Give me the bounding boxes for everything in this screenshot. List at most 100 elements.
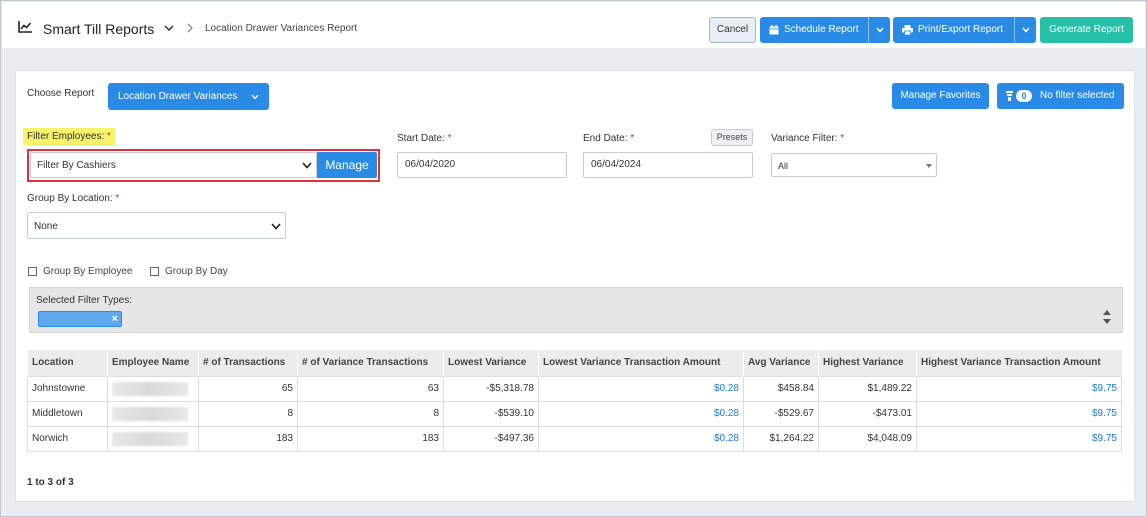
top-bar: Smart Till Reports Location Drawer Varia…: [2, 2, 1145, 48]
group-by-location-text: Group By Location:: [27, 193, 113, 204]
group-by-location-label: Group By Location: *: [27, 193, 119, 204]
group-by-location-select[interactable]: None: [27, 212, 286, 239]
column-header[interactable]: Location: [27, 350, 108, 376]
calendar-icon: [769, 25, 779, 35]
group-by-employee-label[interactable]: Group By Employee: [43, 266, 133, 277]
column-header[interactable]: Avg Variance: [743, 350, 819, 376]
start-date-label: Start Date: *: [397, 133, 452, 144]
manage-button[interactable]: Manage: [317, 152, 377, 178]
variance-transactions-cell: 63: [297, 375, 444, 402]
filter-employees-label: Filter Employees: *: [23, 128, 115, 145]
redacted-name: [112, 431, 188, 446]
column-header[interactable]: Employee Name: [107, 350, 199, 376]
table-row: Middletown 8 8 -$539.10 $0.28 -$529.67 -…: [27, 400, 1122, 427]
lowest-variance-cell: -$497.36: [443, 425, 539, 452]
group-by-employee-checkbox[interactable]: [28, 267, 37, 276]
variance-filter-select[interactable]: All: [771, 153, 937, 177]
print-export-button[interactable]: Print/Export Report: [893, 17, 1036, 43]
chevron-down-icon: [1022, 27, 1030, 33]
generate-report-button[interactable]: Generate Report: [1040, 17, 1133, 43]
selected-filter-types-label: Selected Filter Types:: [36, 295, 132, 306]
manage-favorites-label: Manage Favorites: [900, 90, 981, 101]
end-date-label: End Date: *: [583, 133, 634, 144]
employee-name-cell: [107, 425, 199, 452]
manage-label: Manage: [325, 158, 369, 172]
group-by-day-label[interactable]: Group By Day: [165, 266, 228, 277]
column-header[interactable]: # of Variance Transactions: [297, 350, 444, 376]
redacted-name: [112, 406, 188, 421]
chevron-down-icon: [251, 94, 259, 100]
filter-status-text: No filter selected: [1040, 90, 1115, 101]
table-header-row: Location Employee Name # of Transactions…: [27, 350, 1122, 376]
chevron-right-icon: [187, 23, 193, 33]
app-frame: Smart Till Reports Location Drawer Varia…: [0, 0, 1147, 517]
lowest-amount-link[interactable]: $0.28: [538, 375, 744, 402]
filter-status-button[interactable]: 0 No filter selected: [997, 83, 1124, 109]
start-date-input[interactable]: 06/04/2020: [397, 152, 567, 178]
avg-variance-cell: $458.84: [743, 375, 819, 402]
end-date-input[interactable]: 06/04/2024: [583, 152, 753, 178]
lowest-amount-link[interactable]: $0.28: [538, 400, 744, 427]
table-row: Johnstowne 65 63 -$5,318.78 $0.28 $458.8…: [27, 375, 1122, 402]
selected-filter-types[interactable]: Selected Filter Types: ×: [29, 287, 1123, 333]
cancel-label: Cancel: [716, 24, 749, 35]
chevron-down-icon[interactable]: [164, 23, 174, 33]
cancel-button[interactable]: Cancel: [709, 17, 756, 43]
presets-button[interactable]: Presets: [711, 129, 753, 146]
transactions-cell: 183: [198, 425, 298, 452]
close-icon[interactable]: ×: [112, 313, 118, 326]
variance-filter-label: Variance Filter: *: [771, 133, 844, 144]
variance-filter-value: All: [778, 161, 789, 171]
table-row: Norwich 183 183 -$497.36 $0.28 $1,264.22…: [27, 425, 1122, 452]
filter-count-badge: 0: [1016, 90, 1032, 102]
transactions-cell: 8: [198, 400, 298, 427]
choose-report-dropdown[interactable]: Location Drawer Variances: [108, 83, 269, 110]
filter-icon: [1006, 91, 1013, 101]
breadcrumb: Location Drawer Variances Report: [205, 23, 358, 34]
lowest-amount-link[interactable]: $0.28: [538, 425, 744, 452]
avg-variance-cell: $1,264.22: [743, 425, 819, 452]
pagination-status: 1 to 3 of 3: [27, 477, 74, 488]
column-header[interactable]: Highest Variance Transaction Amount: [916, 350, 1122, 376]
start-date-value: 06/04/2020: [405, 159, 456, 170]
manage-favorites-button[interactable]: Manage Favorites: [892, 83, 989, 109]
location-cell: Johnstowne: [27, 375, 108, 402]
required-mark: *: [107, 131, 111, 142]
highest-amount-link[interactable]: $9.75: [916, 400, 1122, 427]
required-mark: *: [115, 193, 120, 204]
highest-variance-cell: -$473.01: [818, 400, 917, 427]
choose-report-label: Choose Report: [27, 88, 95, 99]
selected-report: Location Drawer Variances: [118, 91, 238, 102]
column-header[interactable]: Highest Variance: [818, 350, 917, 376]
report-panel: Choose Report Location Drawer Variances …: [15, 70, 1135, 502]
location-cell: Norwich: [27, 425, 108, 452]
presets-label: Presets: [716, 132, 748, 142]
filter-tag[interactable]: ×: [38, 311, 122, 327]
sort-updown-icon[interactable]: [1103, 310, 1111, 324]
chart-line-icon: [18, 21, 32, 33]
highest-amount-link[interactable]: $9.75: [916, 375, 1122, 402]
lowest-variance-cell: -$5,318.78: [443, 375, 539, 402]
redacted-name: [112, 381, 188, 396]
location-cell: Middletown: [27, 400, 108, 427]
end-date-text: End Date:: [583, 133, 628, 144]
schedule-dropdown-toggle[interactable]: [868, 17, 890, 43]
column-header[interactable]: Lowest Variance: [443, 350, 539, 376]
column-header[interactable]: Lowest Variance Transaction Amount: [538, 350, 744, 376]
print-dropdown-toggle[interactable]: [1014, 17, 1036, 43]
schedule-report-button[interactable]: Schedule Report: [760, 17, 890, 43]
group-by-day-checkbox[interactable]: [150, 267, 159, 276]
highest-variance-cell: $4,048.09: [818, 425, 917, 452]
app-title[interactable]: Smart Till Reports: [43, 21, 154, 37]
caret-down-icon: [926, 164, 932, 168]
employee-name-cell: [107, 400, 199, 427]
required-mark: *: [630, 133, 635, 144]
column-header[interactable]: # of Transactions: [198, 350, 298, 376]
required-mark: *: [840, 133, 845, 144]
variance-filter-text: Variance Filter:: [771, 133, 838, 144]
variance-transactions-cell: 8: [297, 400, 444, 427]
chevron-down-icon: [876, 27, 884, 33]
lowest-variance-cell: -$539.10: [443, 400, 539, 427]
filter-employees-select[interactable]: Filter By Cashiers: [30, 152, 317, 178]
highest-amount-link[interactable]: $9.75: [916, 425, 1122, 452]
